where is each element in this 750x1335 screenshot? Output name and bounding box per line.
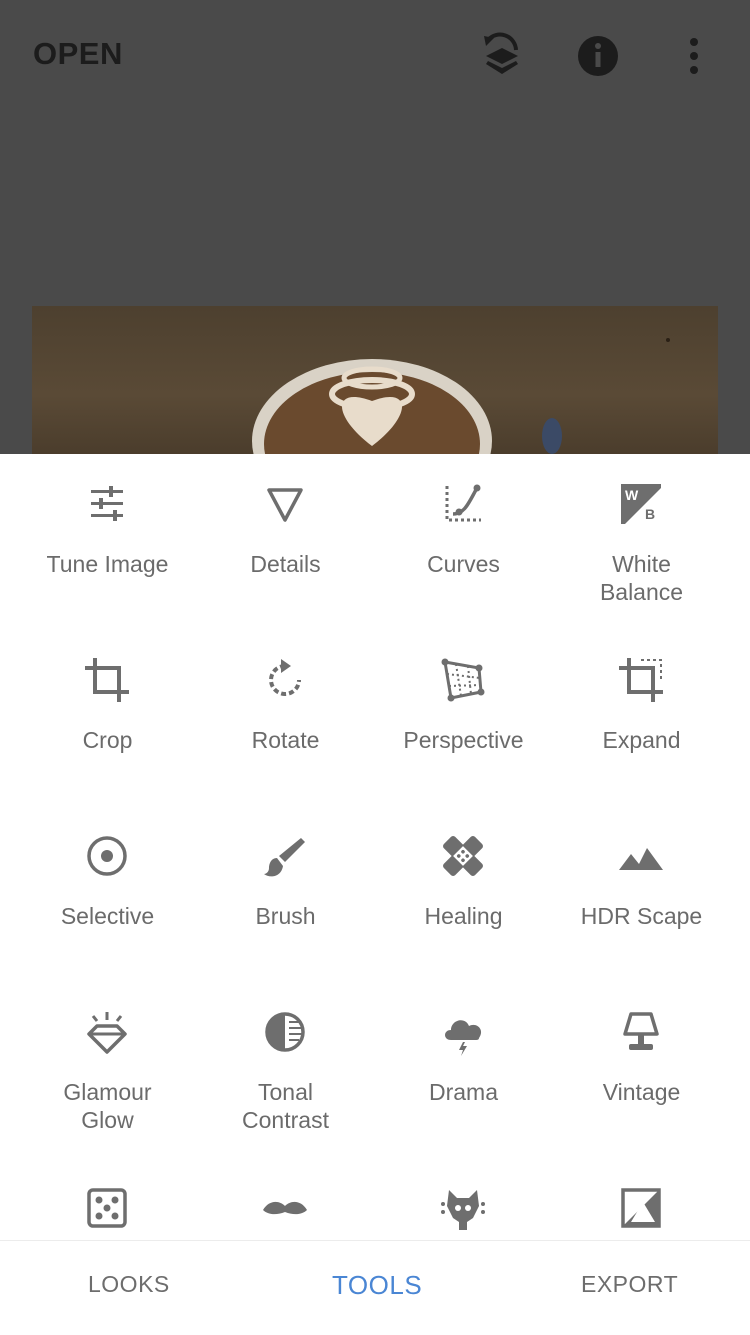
tools-panel: Tune Image Details Curves W B White Bala… <box>0 454 750 1240</box>
perspective-icon <box>441 658 485 702</box>
latte-art-image <box>252 338 670 454</box>
tool-white-balance[interactable]: W B White Balance <box>548 454 735 630</box>
tonal-contrast-icon <box>265 1012 305 1052</box>
tool-grainy-film[interactable] <box>14 1158 201 1240</box>
tool-details[interactable]: Details <box>192 454 379 630</box>
drama-icon <box>445 1020 482 1056</box>
tool-grunge[interactable] <box>370 1158 557 1240</box>
curves-icon <box>445 484 481 522</box>
tool-retrolux[interactable] <box>192 1158 379 1240</box>
rotate-icon <box>269 659 301 696</box>
hdr-scape-icon <box>619 848 663 870</box>
vintage-icon <box>623 1012 659 1050</box>
selective-icon <box>87 836 127 876</box>
tool-black-white[interactable] <box>548 1158 735 1240</box>
retrolux-icon <box>263 1201 307 1215</box>
brush-icon <box>264 838 305 877</box>
expand-icon <box>619 658 663 702</box>
tool-selective[interactable]: Selective <box>14 806 201 982</box>
tool-expand[interactable]: Expand <box>548 630 735 806</box>
details-icon <box>267 488 303 522</box>
bottom-navigation: LOOKS TOOLS EXPORT <box>0 1240 750 1335</box>
crop-icon <box>85 658 129 702</box>
tool-healing[interactable]: Healing <box>370 806 557 982</box>
tool-curves[interactable]: Curves <box>370 454 557 630</box>
tool-tonal-contrast[interactable]: Tonal Contrast <box>192 982 379 1158</box>
svg-text:W: W <box>625 487 639 503</box>
tool-perspective[interactable]: Perspective <box>370 630 557 806</box>
grunge-icon <box>441 1190 485 1230</box>
tool-crop[interactable]: Crop <box>14 630 201 806</box>
tool-hdr-scape[interactable]: HDR Scape <box>548 806 735 982</box>
photo-preview <box>32 306 718 454</box>
tool-brush[interactable]: Brush <box>192 806 379 982</box>
open-button[interactable]: OPEN <box>33 36 123 72</box>
tool-vintage[interactable]: Vintage <box>548 982 735 1158</box>
tab-export[interactable]: EXPORT <box>581 1271 678 1298</box>
top-bar: OPEN <box>0 0 750 112</box>
info-icon[interactable] <box>574 32 622 80</box>
tool-drama[interactable]: Drama <box>370 982 557 1158</box>
tool-rotate[interactable]: Rotate <box>192 630 379 806</box>
svg-text:B: B <box>645 506 655 522</box>
grainy-film-icon <box>87 1188 127 1228</box>
black-white-icon <box>621 1188 661 1228</box>
healing-icon <box>443 836 483 876</box>
tool-glamour-glow[interactable]: Glamour Glow <box>14 982 201 1158</box>
tab-looks[interactable]: LOOKS <box>88 1271 170 1298</box>
glamour-glow-icon <box>87 1012 127 1054</box>
tune-image-icon <box>91 486 123 521</box>
undo-stack-icon[interactable] <box>478 32 526 80</box>
more-options-icon[interactable] <box>670 32 718 80</box>
tab-tools[interactable]: TOOLS <box>332 1270 422 1301</box>
white-balance-icon: W B <box>621 484 661 524</box>
tool-tune-image[interactable]: Tune Image <box>14 454 201 630</box>
